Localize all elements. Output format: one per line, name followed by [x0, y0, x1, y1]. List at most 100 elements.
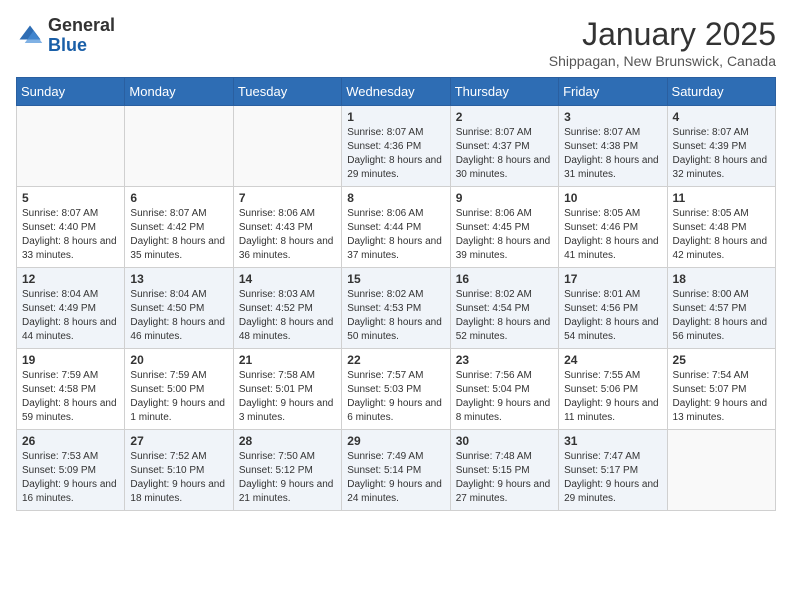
day-content: Sunrise: 8:01 AMSunset: 4:56 PMDaylight:…	[564, 288, 661, 344]
logo: General Blue	[16, 16, 115, 56]
day-number: 1	[347, 110, 444, 124]
calendar-cell: 28 Sunrise: 7:50 AMSunset: 5:12 PMDayligh…	[233, 430, 341, 511]
day-content: Sunrise: 8:07 AMSunset: 4:40 PMDaylight:…	[22, 207, 119, 263]
day-content: Sunrise: 8:02 AMSunset: 4:54 PMDaylight:…	[456, 288, 553, 344]
day-number: 17	[564, 272, 661, 286]
calendar-cell: 16Sunrise: 8:02 AMSunset: 4:54 PMDayligh…	[450, 268, 558, 349]
calendar-cell: 22 Sunrise: 7:57 AMSunset: 5:03 PMDayligh…	[342, 349, 450, 430]
day-number: 29	[347, 434, 444, 448]
day-content: Sunrise: 7:48 AMSunset: 5:15 PMDaylight:…	[456, 450, 553, 506]
weekday-header: Friday	[559, 78, 667, 106]
calendar-cell: 25 Sunrise: 7:54 AMSunset: 5:07 PMDayligh…	[667, 349, 775, 430]
day-content: Sunrise: 7:53 AMSunset: 5:09 PMDaylight:…	[22, 450, 119, 506]
calendar-table: SundayMondayTuesdayWednesdayThursdayFrid…	[16, 77, 776, 511]
calendar-cell: 1Sunrise: 8:07 AMSunset: 4:36 PMDaylight…	[342, 106, 450, 187]
calendar-cell: 18 Sunrise: 8:00 AMSunset: 4:57 PMDayligh…	[667, 268, 775, 349]
day-content: Sunrise: 8:02 AMSunset: 4:53 PMDaylight:…	[347, 288, 444, 344]
day-number: 25	[673, 353, 770, 367]
calendar-cell: 13 Sunrise: 8:04 AMSunset: 4:50 PMDayligh…	[125, 268, 233, 349]
day-content: Sunrise: 7:47 AMSunset: 5:17 PMDaylight:…	[564, 450, 661, 506]
day-content: Sunrise: 8:03 AMSunset: 4:52 PMDaylight:…	[239, 288, 336, 344]
calendar-cell: 6 Sunrise: 8:07 AMSunset: 4:42 PMDaylight…	[125, 187, 233, 268]
day-content: Sunrise: 7:59 AMSunset: 5:00 PMDaylight:…	[130, 369, 227, 425]
day-content: Sunrise: 8:04 AMSunset: 4:50 PMDaylight:…	[130, 288, 227, 344]
day-content: Sunrise: 7:50 AMSunset: 5:12 PMDaylight:…	[239, 450, 336, 506]
calendar-week-row: 19Sunrise: 7:59 AMSunset: 4:58 PMDayligh…	[17, 349, 776, 430]
weekday-header: Wednesday	[342, 78, 450, 106]
calendar-cell: 27 Sunrise: 7:52 AMSunset: 5:10 PMDayligh…	[125, 430, 233, 511]
calendar-cell	[125, 106, 233, 187]
calendar-cell: 7 Sunrise: 8:06 AMSunset: 4:43 PMDaylight…	[233, 187, 341, 268]
day-number: 3	[564, 110, 661, 124]
day-content: Sunrise: 7:52 AMSunset: 5:10 PMDaylight:…	[130, 450, 227, 506]
day-number: 30	[456, 434, 553, 448]
calendar-cell	[17, 106, 125, 187]
day-content: Sunrise: 7:56 AMSunset: 5:04 PMDaylight:…	[456, 369, 553, 425]
day-number: 14	[239, 272, 336, 286]
day-number: 18	[673, 272, 770, 286]
calendar-cell: 24 Sunrise: 7:55 AMSunset: 5:06 PMDayligh…	[559, 349, 667, 430]
day-number: 4	[673, 110, 770, 124]
calendar-cell	[233, 106, 341, 187]
day-number: 21	[239, 353, 336, 367]
calendar-cell: 14 Sunrise: 8:03 AMSunset: 4:52 PMDayligh…	[233, 268, 341, 349]
logo-icon	[16, 22, 44, 50]
calendar-cell: 10Sunrise: 8:05 AMSunset: 4:46 PMDayligh…	[559, 187, 667, 268]
calendar-cell: 3 Sunrise: 8:07 AMSunset: 4:38 PMDaylight…	[559, 106, 667, 187]
weekday-header: Sunday	[17, 78, 125, 106]
logo-blue: Blue	[48, 35, 87, 55]
day-content: Sunrise: 8:06 AMSunset: 4:44 PMDaylight:…	[347, 207, 444, 263]
calendar-cell: 23 Sunrise: 7:56 AMSunset: 5:04 PMDayligh…	[450, 349, 558, 430]
day-content: Sunrise: 8:06 AMSunset: 4:43 PMDaylight:…	[239, 207, 336, 263]
day-number: 28	[239, 434, 336, 448]
day-content: Sunrise: 7:57 AMSunset: 5:03 PMDaylight:…	[347, 369, 444, 425]
weekday-header: Monday	[125, 78, 233, 106]
calendar-cell: 20 Sunrise: 7:59 AMSunset: 5:00 PMDayligh…	[125, 349, 233, 430]
day-number: 31	[564, 434, 661, 448]
day-number: 15	[347, 272, 444, 286]
calendar-cell: 31 Sunrise: 7:47 AMSunset: 5:17 PMDayligh…	[559, 430, 667, 511]
day-content: Sunrise: 7:54 AMSunset: 5:07 PMDaylight:…	[673, 369, 770, 425]
page-header: General Blue January 2025 Shippagan, New…	[16, 16, 776, 69]
day-number: 19	[22, 353, 119, 367]
day-number: 23	[456, 353, 553, 367]
calendar-cell: 17 Sunrise: 8:01 AMSunset: 4:56 PMDayligh…	[559, 268, 667, 349]
day-number: 9	[456, 191, 553, 205]
month-title: January 2025	[549, 16, 776, 53]
day-number: 27	[130, 434, 227, 448]
calendar-cell: 5 Sunrise: 8:07 AMSunset: 4:40 PMDaylight…	[17, 187, 125, 268]
calendar-week-row: 1Sunrise: 8:07 AMSunset: 4:36 PMDaylight…	[17, 106, 776, 187]
calendar-week-row: 12Sunrise: 8:04 AMSunset: 4:49 PMDayligh…	[17, 268, 776, 349]
calendar-cell: 15 Sunrise: 8:02 AMSunset: 4:53 PMDayligh…	[342, 268, 450, 349]
day-content: Sunrise: 8:07 AMSunset: 4:39 PMDaylight:…	[673, 126, 770, 182]
day-content: Sunrise: 7:55 AMSunset: 5:06 PMDaylight:…	[564, 369, 661, 425]
weekday-header: Tuesday	[233, 78, 341, 106]
day-number: 22	[347, 353, 444, 367]
day-number: 13	[130, 272, 227, 286]
calendar-cell: 21 Sunrise: 7:58 AMSunset: 5:01 PMDayligh…	[233, 349, 341, 430]
day-number: 8	[347, 191, 444, 205]
logo-general: General	[48, 15, 115, 35]
day-number: 11	[673, 191, 770, 205]
day-content: Sunrise: 7:58 AMSunset: 5:01 PMDaylight:…	[239, 369, 336, 425]
day-content: Sunrise: 7:49 AMSunset: 5:14 PMDaylight:…	[347, 450, 444, 506]
day-number: 24	[564, 353, 661, 367]
day-content: Sunrise: 8:07 AMSunset: 4:42 PMDaylight:…	[130, 207, 227, 263]
calendar-cell: 30 Sunrise: 7:48 AMSunset: 5:15 PMDayligh…	[450, 430, 558, 511]
day-content: Sunrise: 8:05 AMSunset: 4:48 PMDaylight:…	[673, 207, 770, 263]
day-number: 7	[239, 191, 336, 205]
day-number: 20	[130, 353, 227, 367]
weekday-header: Thursday	[450, 78, 558, 106]
day-number: 6	[130, 191, 227, 205]
day-content: Sunrise: 8:04 AMSunset: 4:49 PMDaylight:…	[22, 288, 119, 344]
weekday-header-row: SundayMondayTuesdayWednesdayThursdayFrid…	[17, 78, 776, 106]
day-content: Sunrise: 8:00 AMSunset: 4:57 PMDaylight:…	[673, 288, 770, 344]
day-number: 5	[22, 191, 119, 205]
calendar-cell: 11 Sunrise: 8:05 AMSunset: 4:48 PMDayligh…	[667, 187, 775, 268]
day-content: Sunrise: 8:07 AMSunset: 4:38 PMDaylight:…	[564, 126, 661, 182]
calendar-cell: 26 Sunrise: 7:53 AMSunset: 5:09 PMDayligh…	[17, 430, 125, 511]
weekday-header: Saturday	[667, 78, 775, 106]
day-number: 26	[22, 434, 119, 448]
day-content: Sunrise: 8:05 AMSunset: 4:46 PMDaylight:…	[564, 207, 661, 263]
day-content: Sunrise: 8:06 AMSunset: 4:45 PMDaylight:…	[456, 207, 553, 263]
